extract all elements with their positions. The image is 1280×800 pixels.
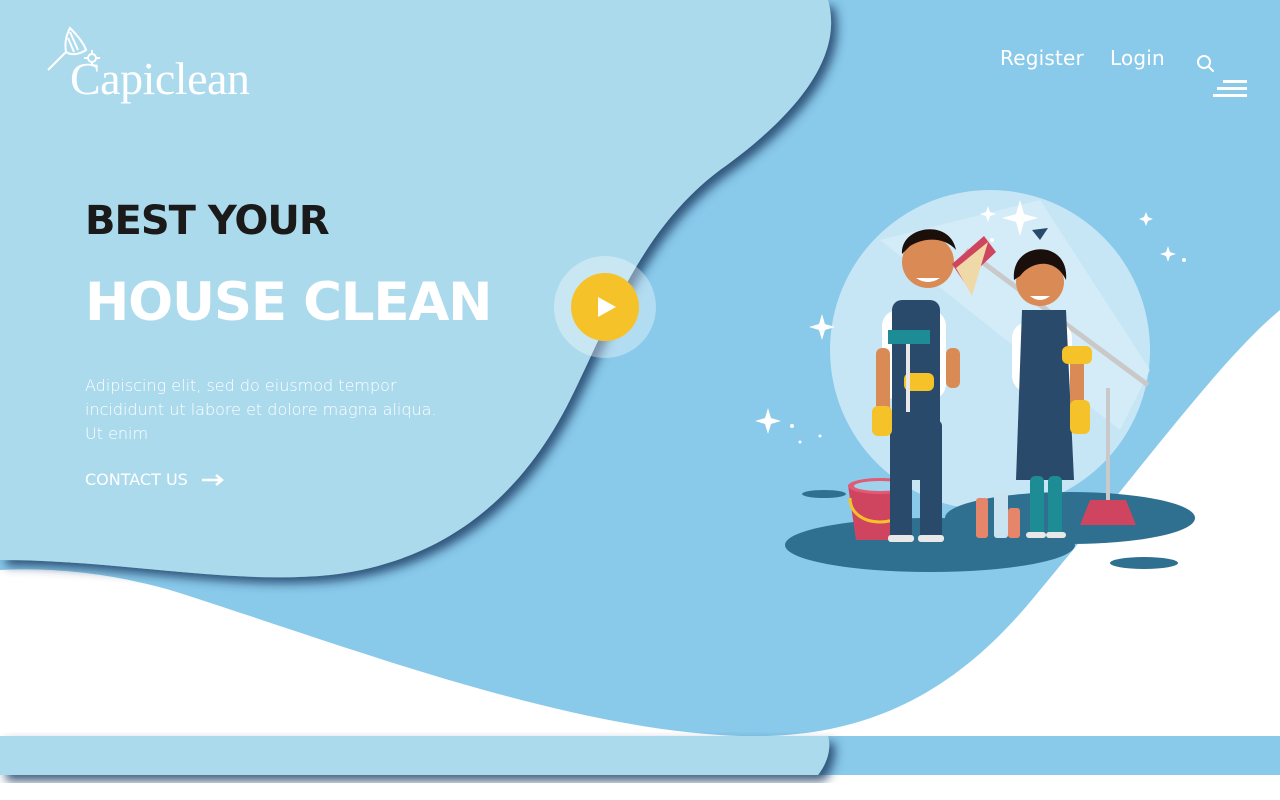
- contact-us-link[interactable]: CONTACT US: [85, 470, 224, 489]
- register-link[interactable]: Register: [1000, 46, 1084, 70]
- hamburger-menu-icon[interactable]: [1213, 78, 1247, 100]
- brand-name: Capiclean: [70, 53, 250, 104]
- hero-title: HOUSE CLEAN: [85, 272, 493, 333]
- cleaners-illustration: [755, 190, 1195, 572]
- login-link[interactable]: Login: [1110, 46, 1165, 70]
- play-video-button[interactable]: [554, 256, 656, 358]
- arrow-right-icon: [201, 473, 224, 486]
- contact-us-label: CONTACT US: [85, 470, 188, 489]
- hero-description: Adipiscing elit, sed do eiusmod tempor i…: [85, 376, 437, 443]
- top-nav: Register Login: [1000, 46, 1191, 70]
- search-icon[interactable]: [1196, 54, 1216, 74]
- play-button-circle: [571, 273, 639, 341]
- brand-logo[interactable]: Capiclean: [44, 26, 250, 106]
- play-icon: [598, 297, 616, 317]
- hero-subtitle: BEST YOUR: [85, 198, 330, 244]
